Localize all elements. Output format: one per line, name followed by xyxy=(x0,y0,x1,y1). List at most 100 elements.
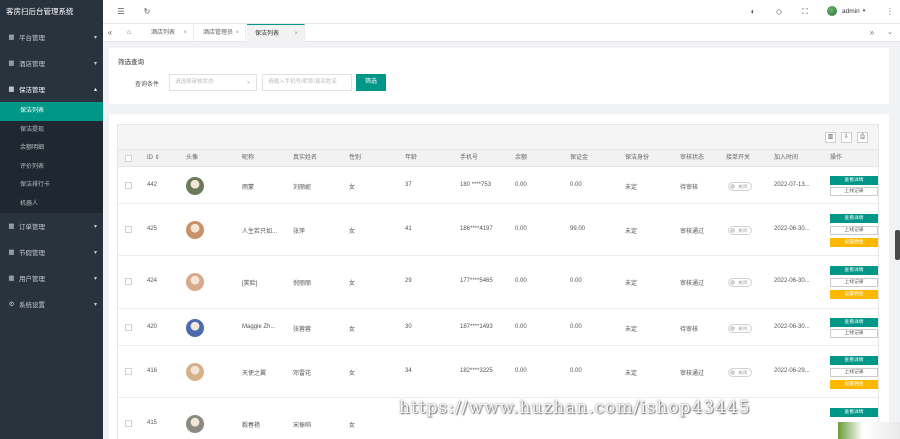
avatar xyxy=(186,363,204,381)
order-switch-toggle[interactable]: 关闭 xyxy=(728,182,752,191)
filter-panel: 筛选查询 查询条件 请选择审核状态 ⌄ 请输入手机号/昵称/真实姓名 筛选 xyxy=(109,48,889,104)
view-detail-button[interactable]: 查看详情 xyxy=(830,176,878,185)
tab-bar: « ⌂ 酒店列表 × 酒店管理员 × 保洁列表 × » ⌄ xyxy=(103,24,900,42)
tab-cleaner-list[interactable]: 保洁列表 × xyxy=(247,24,305,42)
col-deposit: 保证金 xyxy=(570,155,589,161)
tag-icon[interactable]: ◇ xyxy=(774,7,784,17)
refresh-icon[interactable]: ↻ xyxy=(142,7,152,17)
status-select[interactable]: 请选择审核状态 ⌄ xyxy=(169,74,257,91)
theme-icon[interactable]: ◐ xyxy=(748,7,758,17)
col-order-switch: 接单开关 xyxy=(726,155,751,161)
online-record-button[interactable]: 上线记录 xyxy=(830,368,878,377)
close-icon[interactable]: × xyxy=(183,24,187,42)
col-phone: 手机号 xyxy=(460,155,479,161)
sidebar-subitem-robot[interactable]: 机器人 xyxy=(0,195,103,214)
col-id[interactable]: ID ⇕ xyxy=(147,150,160,167)
order-switch-toggle[interactable]: 关闭 xyxy=(728,226,752,235)
export-icon[interactable]: ⇩ xyxy=(841,132,852,143)
view-detail-button[interactable]: 查看详情 xyxy=(830,266,878,275)
sidebar-item-cleaning[interactable]: ▦ 保洁管理 ▴ xyxy=(0,76,103,102)
grid-icon: ▦ xyxy=(8,222,15,230)
top-header: ☰ ↻ ◐ ◇ ⛶ admin ▾ ⋮ xyxy=(103,0,900,24)
chevron-up-icon: ▴ xyxy=(93,86,97,93)
sidebar-subitem-ranking[interactable]: 保洁排行卡 xyxy=(0,176,103,195)
grid-icon: ▦ xyxy=(8,85,15,93)
col-joined: 加入时间 xyxy=(774,155,799,161)
col-actions: 操作 xyxy=(830,155,843,161)
user-menu[interactable]: admin ▾ xyxy=(827,6,865,16)
sidebar-subitem-reviews[interactable]: 评价列表 xyxy=(0,158,103,177)
menu-toggle-icon[interactable]: ☰ xyxy=(116,7,126,17)
view-detail-button[interactable]: 查看详情 xyxy=(830,214,878,223)
sidebar-item-hotel[interactable]: ▦ 酒店管理 ▾ xyxy=(0,50,103,76)
set-commission-button[interactable]: 设置佣金 xyxy=(830,290,878,299)
online-record-button[interactable]: 上线记录 xyxy=(830,187,878,196)
online-record-button[interactable]: 上线记录 xyxy=(830,226,878,235)
view-detail-button[interactable]: 查看详情 xyxy=(830,356,878,365)
chevron-down-icon[interactable]: ⌄ xyxy=(883,24,897,42)
table-row: 424 [笑脸] 倪丽丽 女 29 177****5465 0.00 0.00 … xyxy=(118,257,878,309)
row-checkbox[interactable] xyxy=(125,420,132,427)
sidebar-item-users[interactable]: ▦ 用户管理 ▾ xyxy=(0,265,103,291)
chevron-down-icon: ▾ xyxy=(93,275,97,282)
chevron-down-icon: ⌄ xyxy=(245,79,251,85)
chevron-down-icon: ▾ xyxy=(93,34,97,41)
chevron-down-icon: ▾ xyxy=(93,301,97,308)
row-checkbox[interactable] xyxy=(125,324,132,331)
row-checkbox[interactable] xyxy=(125,182,132,189)
set-commission-button[interactable]: 设置佣金 xyxy=(830,238,878,247)
order-switch-toggle[interactable]: 关闭 xyxy=(728,368,752,377)
chevron-down-icon: ▾ xyxy=(93,249,97,256)
select-all-checkbox[interactable] xyxy=(125,155,132,162)
row-checkbox[interactable] xyxy=(125,278,132,285)
table-header: ID ⇕ 头像 昵称 真实姓名 性别 年龄 手机号 余额 保证金 保洁身份 审核… xyxy=(118,150,878,167)
online-record-button[interactable]: 上线记录 xyxy=(830,278,878,287)
search-input[interactable]: 请输入手机号/昵称/真实姓名 xyxy=(262,74,352,91)
home-icon[interactable]: ⌂ xyxy=(122,24,136,42)
data-table: ▥ ⇩ ⎙ ID ⇕ 头像 昵称 真实姓名 性别 年龄 手机号 余额 保证金 保… xyxy=(117,124,879,439)
columns-icon[interactable]: ▥ xyxy=(825,132,836,143)
table-row: 420 Maggie Zh... 张蓉蓉 女 30 187****1493 0.… xyxy=(118,310,878,346)
filter-condition-label: 查询条件 xyxy=(135,82,160,88)
avatar xyxy=(186,221,204,239)
col-age: 年龄 xyxy=(405,155,418,161)
col-balance: 余额 xyxy=(515,155,528,161)
filter-button[interactable]: 筛选 xyxy=(356,74,386,91)
app-title: 客房扫后台管理系统 xyxy=(0,0,103,24)
order-switch-toggle[interactable]: 关闭 xyxy=(728,324,752,333)
sidebar-item-orders[interactable]: ▦ 订单管理 ▾ xyxy=(0,213,103,239)
fullscreen-icon[interactable]: ⛶ xyxy=(800,7,810,17)
set-commission-button[interactable]: 设置佣金 xyxy=(830,380,878,389)
grid-icon: ▦ xyxy=(8,248,15,256)
avatar xyxy=(186,319,204,337)
sidebar-item-platform[interactable]: ▦ 平台管理 ▾ xyxy=(0,24,103,50)
sidebar-subitem-withdraw[interactable]: 保洁提现 xyxy=(0,121,103,140)
corner-badge xyxy=(838,422,900,439)
tabs-right-icon[interactable]: » xyxy=(865,24,879,42)
close-icon[interactable]: × xyxy=(235,24,239,42)
table-panel: ▥ ⇩ ⎙ ID ⇕ 头像 昵称 真实姓名 性别 年龄 手机号 余额 保证金 保… xyxy=(109,114,889,439)
row-checkbox[interactable] xyxy=(125,368,132,375)
sidebar-subitem-balance[interactable]: 余额明细 xyxy=(0,139,103,158)
sidebar-submenu: 保洁列表 保洁提现 余额明细 评价列表 保洁排行卡 机器人 xyxy=(0,102,103,213)
tab-hotel-admin[interactable]: 酒店管理员 × xyxy=(195,24,246,42)
order-switch-toggle[interactable]: 关闭 xyxy=(728,278,752,287)
sidebar-subitem-cleaner-list[interactable]: 保洁列表 xyxy=(0,102,103,121)
print-icon[interactable]: ⎙ xyxy=(857,132,868,143)
avatar xyxy=(186,415,204,433)
view-detail-button[interactable]: 查看详情 xyxy=(830,318,878,327)
table-toolbar: ▥ ⇩ ⎙ xyxy=(118,125,878,150)
more-vertical-icon[interactable]: ⋮ xyxy=(885,7,895,17)
view-detail-button[interactable]: 查看详情 xyxy=(830,408,878,417)
watermark: https://www.huzhan.com/ishop43445 xyxy=(399,398,751,418)
sidebar-item-settings[interactable]: ⚙ 系统设置 ▾ xyxy=(0,291,103,317)
avatar xyxy=(186,273,204,291)
row-checkbox[interactable] xyxy=(125,226,132,233)
online-record-button[interactable]: 上线记录 xyxy=(830,329,878,338)
tabs-left-icon[interactable]: « xyxy=(103,24,117,42)
sidebar-item-holidays[interactable]: ▦ 节假管理 ▾ xyxy=(0,239,103,265)
tab-hotel-list[interactable]: 酒店列表 × xyxy=(143,24,194,42)
scrollbar[interactable] xyxy=(895,230,900,260)
col-gender: 性别 xyxy=(349,155,362,161)
close-icon[interactable]: × xyxy=(294,25,298,43)
